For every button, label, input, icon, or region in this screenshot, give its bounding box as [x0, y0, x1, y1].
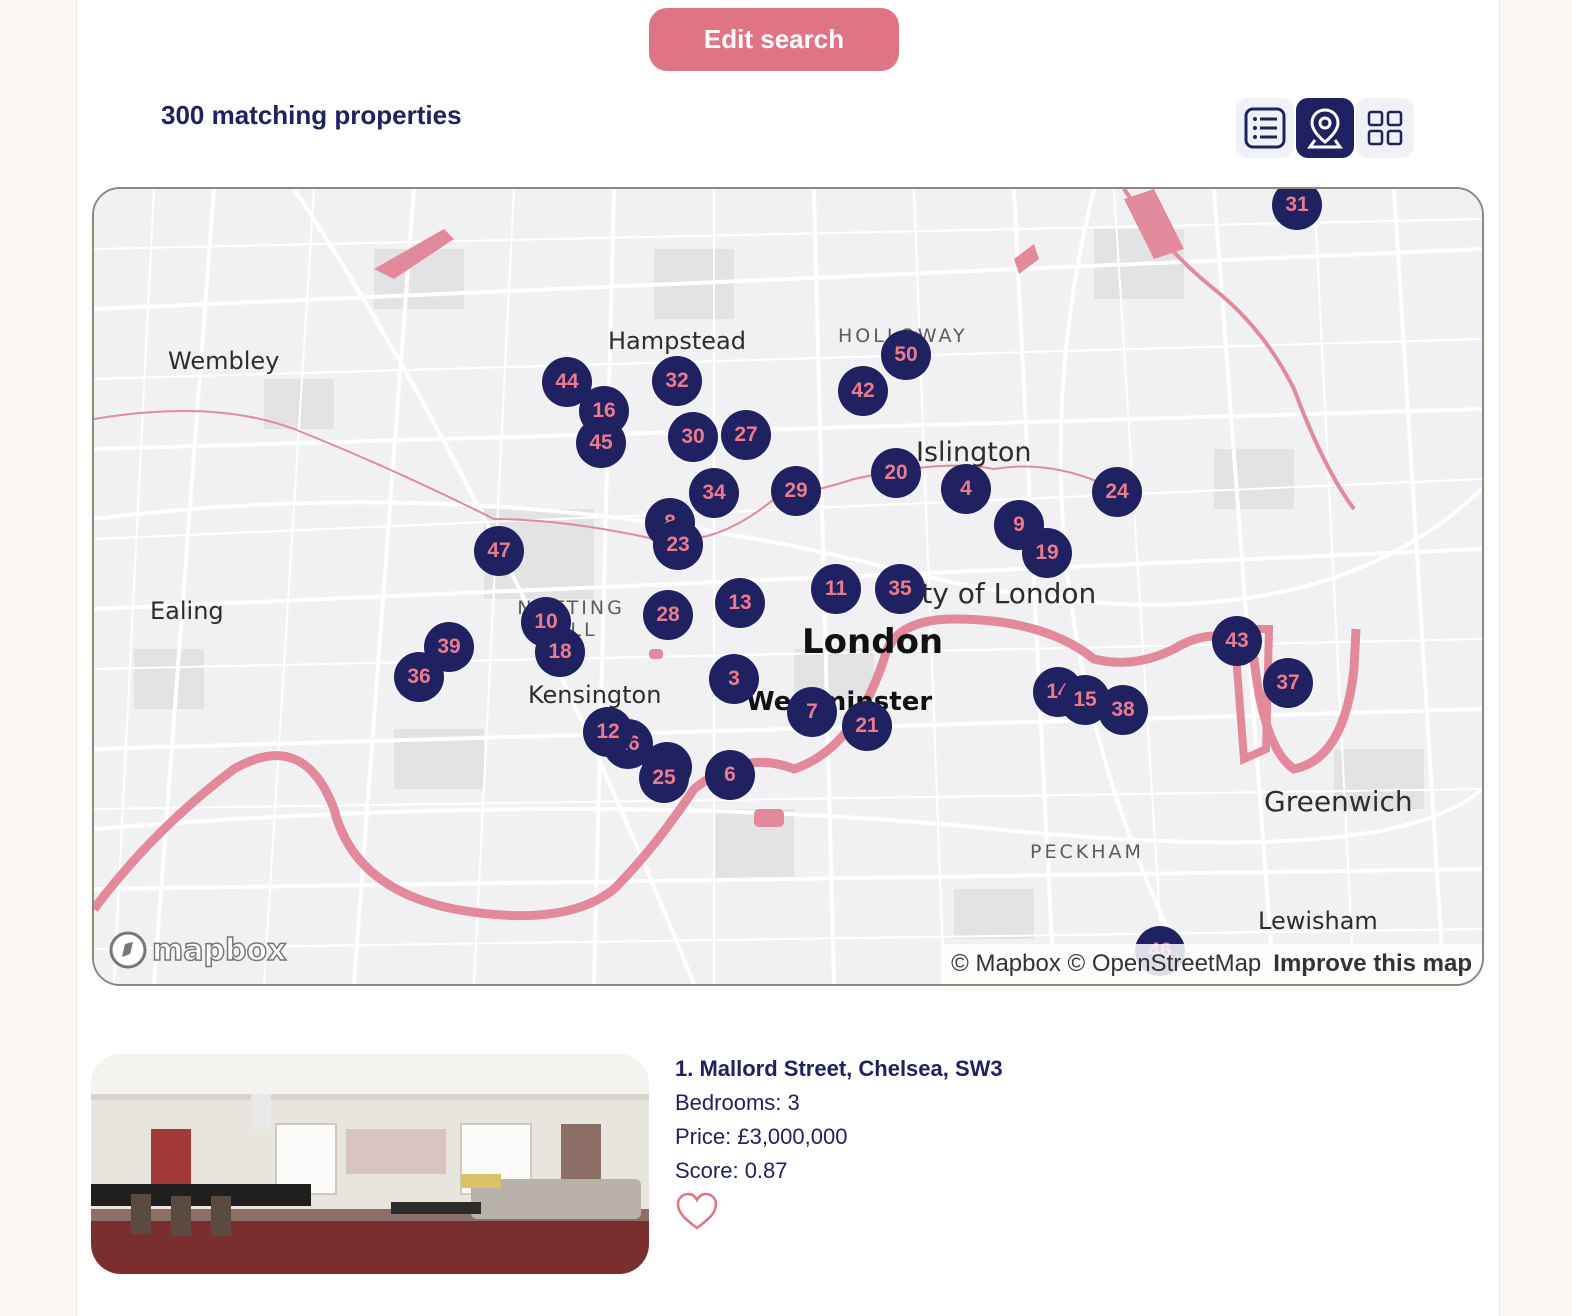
map-marker[interactable]: 25 — [639, 753, 689, 803]
map-base — [94, 189, 1482, 984]
result-count: 300 matching properties — [161, 100, 462, 130]
mapbox-logo-text: mapbox — [151, 932, 287, 969]
map-marker[interactable]: 18 — [535, 627, 585, 677]
map-attribution: © Mapbox © OpenStreetMap Improve this ma… — [941, 944, 1482, 984]
listing-bedrooms: Bedrooms: 3 — [675, 1090, 800, 1115]
map-marker[interactable]: 12 — [583, 707, 633, 757]
listing-image[interactable] — [91, 1054, 649, 1274]
map-marker[interactable]: 50 — [881, 330, 931, 380]
map-marker[interactable]: 29 — [771, 466, 821, 516]
map-view-button[interactable] — [1296, 98, 1354, 158]
map-marker[interactable]: 19 — [1022, 528, 1072, 578]
place-ealing: Ealing — [150, 597, 224, 625]
listing-address[interactable]: 1. Mallord Street, Chelsea, SW3 — [675, 1056, 1003, 1082]
map-marker[interactable]: 34 — [689, 468, 739, 518]
map-marker[interactable]: 30 — [668, 412, 718, 462]
edit-search-button[interactable]: Edit search — [649, 8, 899, 71]
place-westminster: Westminster — [746, 687, 933, 717]
view-toggle — [1236, 98, 1414, 158]
list-view-icon — [1244, 107, 1286, 149]
map-marker[interactable]: 3 — [709, 654, 759, 704]
grid-view-icon — [1367, 110, 1403, 146]
map-marker[interactable]: 20 — [871, 448, 921, 498]
map-marker[interactable]: 27 — [721, 410, 771, 460]
place-hampstead: Hampstead — [608, 327, 746, 355]
map-marker[interactable]: 6 — [705, 750, 755, 800]
map-marker[interactable]: 23 — [653, 520, 703, 570]
map-marker[interactable]: 38 — [1098, 685, 1148, 735]
place-london: London — [802, 622, 944, 662]
attribution-text: © Mapbox © OpenStreetMap — [951, 950, 1262, 977]
place-lewisham: Lewisham — [1258, 907, 1378, 935]
place-greenwich: Greenwich — [1264, 785, 1413, 818]
property-map[interactable]: Wembley Hampstead HOLLOWAY Islington Eal… — [92, 187, 1484, 986]
grid-view-button[interactable] — [1356, 98, 1414, 158]
heart-icon[interactable] — [675, 1192, 719, 1232]
map-view-icon — [1307, 108, 1343, 149]
place-peckham: PECKHAM — [1030, 841, 1144, 863]
map-marker[interactable]: 42 — [838, 366, 888, 416]
map-marker[interactable]: 47 — [474, 526, 524, 576]
mapbox-icon — [109, 931, 147, 969]
map-marker[interactable]: 28 — [643, 590, 693, 640]
listing-info: 1. Mallord Street, Chelsea, SW3 Bedrooms… — [675, 1056, 1003, 1237]
place-islington: Islington — [916, 437, 1032, 468]
map-marker[interactable]: 13 — [715, 578, 765, 628]
map-marker[interactable]: 24 — [1092, 467, 1142, 517]
list-view-button[interactable] — [1236, 98, 1294, 158]
improve-map-link[interactable]: Improve this map — [1273, 950, 1472, 978]
map-marker[interactable]: 7 — [787, 687, 837, 737]
map-marker[interactable]: 21 — [842, 701, 892, 751]
place-kensington: Kensington — [528, 681, 662, 709]
mapbox-logo[interactable]: mapbox — [108, 930, 287, 970]
map-marker[interactable]: 37 — [1263, 658, 1313, 708]
map-marker[interactable]: 4 — [941, 464, 991, 514]
map-marker[interactable]: 32 — [652, 356, 702, 406]
place-wembley: Wembley — [168, 347, 280, 375]
listing-photo — [91, 1054, 649, 1274]
map-marker[interactable]: 35 — [875, 564, 925, 614]
map-marker[interactable]: 36 — [394, 652, 444, 702]
listing-price: Price: £3,000,000 — [675, 1124, 848, 1149]
map-marker[interactable]: 11 — [811, 564, 861, 614]
listing-score: Score: 0.87 — [675, 1158, 788, 1183]
map-marker[interactable]: 45 — [576, 418, 626, 468]
map-marker[interactable]: 43 — [1212, 616, 1262, 666]
results-page: Edit search 300 matching properties Wemb… — [76, 0, 1500, 1316]
